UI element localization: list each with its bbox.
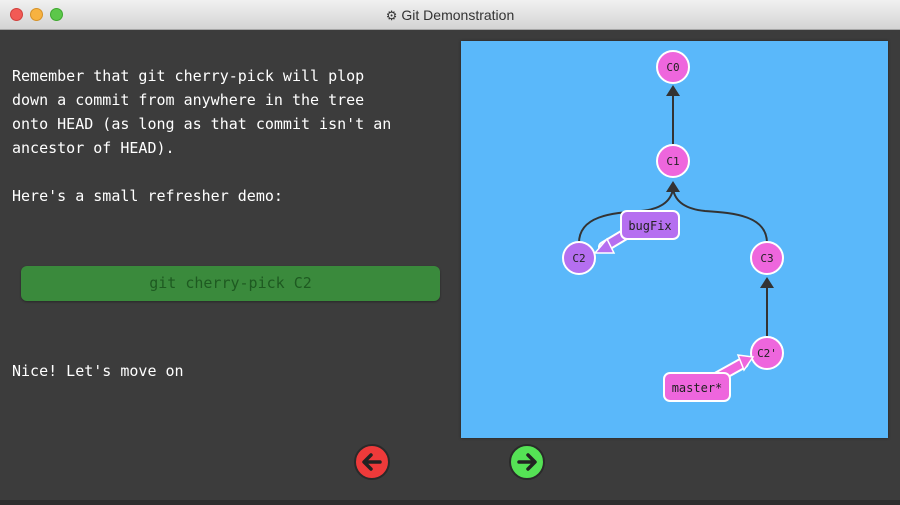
commit-c2-prime[interactable]: C2' xyxy=(750,336,784,370)
commit-tree: C0 C1 C2 C3 C2' bugFix master* xyxy=(562,50,784,402)
back-button[interactable] xyxy=(354,444,390,480)
git-visualization: C0 C1 C2 C3 C2' bugFix master* xyxy=(461,41,888,438)
arrow-left-icon xyxy=(362,453,382,471)
paragraph-line: ancestor of HEAD). xyxy=(12,139,175,157)
command-block[interactable]: git cherry-pick C2 xyxy=(21,266,440,301)
commit-c2[interactable]: C2 xyxy=(562,241,596,275)
paragraph-line: down a commit from anywhere in the tree xyxy=(12,91,365,109)
refresher-text: Here's a small refresher demo: xyxy=(12,187,283,205)
title-bar: ⚙ Git Demonstration xyxy=(0,0,900,30)
app-window: ⚙ Git Demonstration Remember that git che… xyxy=(0,0,900,505)
arrowhead xyxy=(666,181,680,192)
arrow-right-icon xyxy=(517,453,537,471)
commit-label: C3 xyxy=(760,252,773,265)
paragraph-line: Remember that git cherry-pick will plop xyxy=(12,67,365,85)
branch-label: bugFix xyxy=(628,219,671,233)
window-title: ⚙ Git Demonstration xyxy=(0,7,900,24)
commit-c0[interactable]: C0 xyxy=(656,50,690,84)
forward-button[interactable] xyxy=(509,444,545,480)
edge-c3-c1 xyxy=(672,188,768,244)
branch-bugfix[interactable]: bugFix xyxy=(620,210,680,240)
completion-text: Nice! Let's move on xyxy=(12,362,184,380)
commit-label: C2' xyxy=(757,347,777,360)
bottom-bar xyxy=(0,500,900,505)
commit-label: C2 xyxy=(572,252,585,265)
paragraph-line: onto HEAD (as long as that commit isn't … xyxy=(12,115,392,133)
commit-c3[interactable]: C3 xyxy=(750,241,784,275)
commit-label: C1 xyxy=(666,155,679,168)
instructions-pane: Remember that git cherry-pick will plop … xyxy=(0,30,455,500)
gear-icon: ⚙ xyxy=(385,8,398,23)
branch-master[interactable]: master* xyxy=(663,372,731,402)
commit-label: C0 xyxy=(666,61,679,74)
commit-c1[interactable]: C1 xyxy=(656,144,690,178)
arrowhead xyxy=(666,85,680,96)
branch-label: master* xyxy=(672,381,723,395)
window-title-text: Git Demonstration xyxy=(401,7,515,23)
arrowhead xyxy=(760,277,774,288)
